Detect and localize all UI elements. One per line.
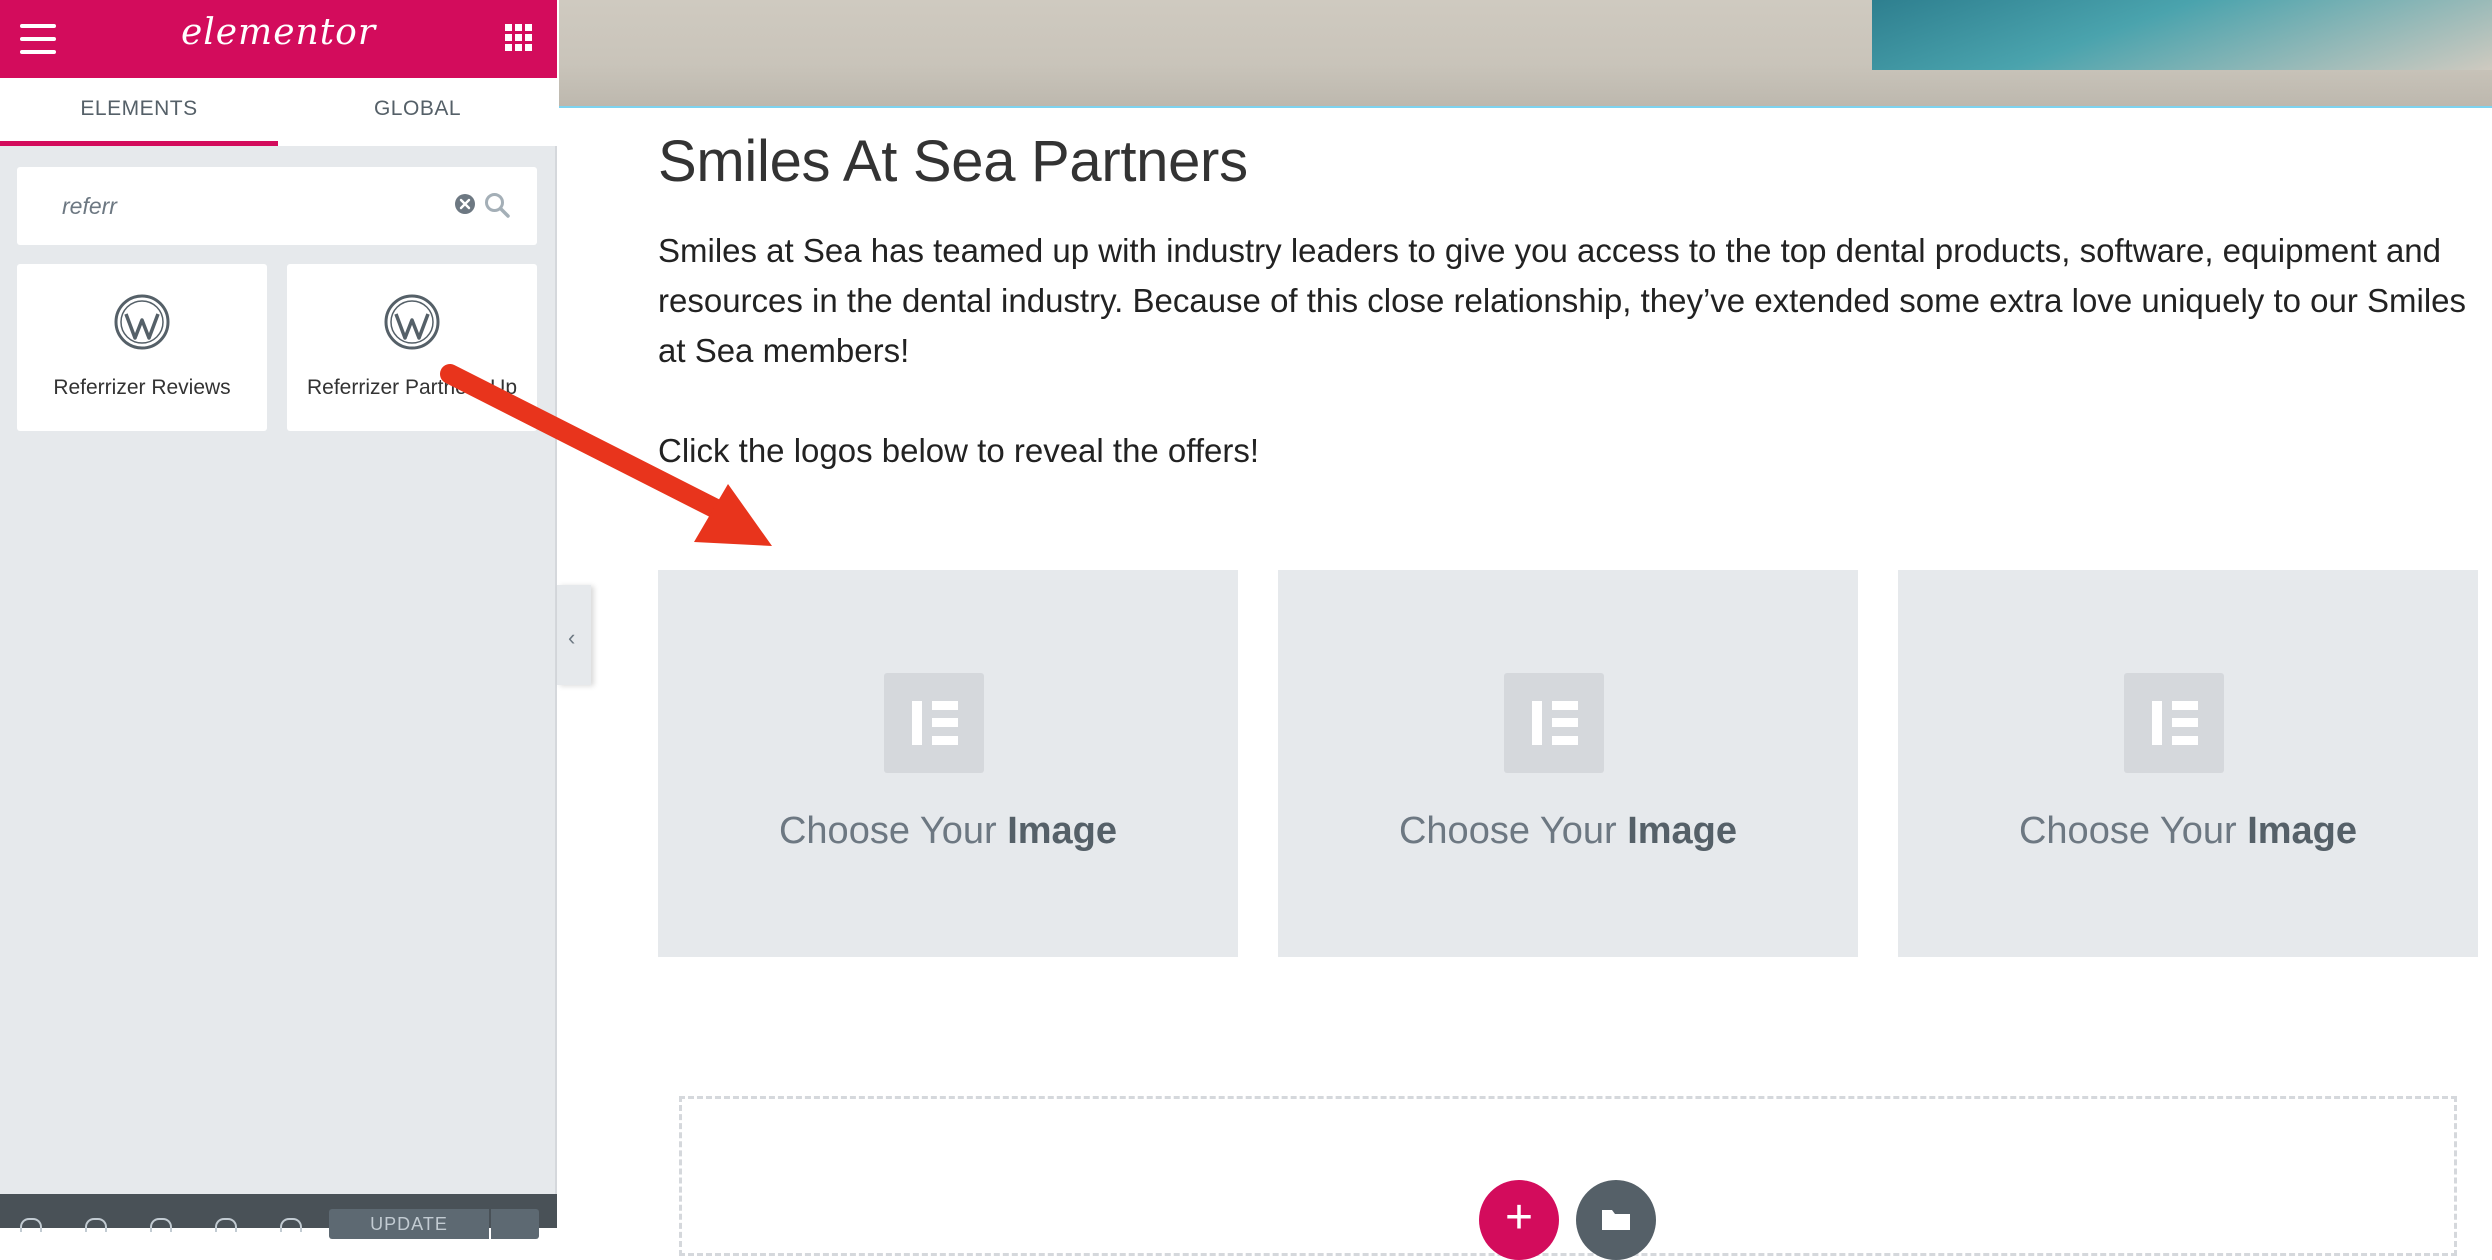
placeholder-text: Choose Your Image [778, 810, 1118, 852]
panel-header: elementor [0, 0, 557, 78]
page-heading: Smiles At Sea Partners [658, 129, 1248, 194]
search-box [17, 167, 537, 245]
annotation-arrow [440, 364, 772, 546]
hero-sea-area [1872, 0, 2492, 70]
responsive-icon[interactable] [215, 1218, 237, 1232]
update-options-button[interactable] [491, 1209, 539, 1239]
image-placeholder[interactable]: Choose Your Image [658, 570, 1238, 957]
intro-paragraph: Smiles at Sea has teamed up with industr… [658, 232, 2467, 369]
clear-icon[interactable] [454, 193, 476, 215]
widget-referrizer-reviews[interactable]: Referrizer Reviews [17, 264, 267, 431]
hero-image [559, 0, 2492, 108]
history-icon[interactable] [150, 1218, 172, 1232]
add-section-button[interactable]: + [1479, 1180, 1559, 1260]
brand-logo: elementor [180, 12, 377, 53]
image-placeholder[interactable]: Choose Your Image [1278, 570, 1858, 957]
settings-icon[interactable] [20, 1218, 42, 1232]
update-button[interactable]: UPDATE [329, 1209, 489, 1239]
tab-elements[interactable]: ELEMENTS [0, 78, 278, 146]
elementor-icon [1504, 673, 1604, 773]
apps-grid-icon[interactable] [505, 24, 533, 52]
image-placeholder[interactable]: Choose Your Image [1898, 570, 2478, 957]
collapse-chevron-icon: ‹ [568, 625, 576, 650]
elementor-icon [2124, 673, 2224, 773]
editor-panel: elementor ELEMENTS GLOBAL Referrizer Rev… [0, 0, 557, 1239]
wordpress-icon [384, 294, 440, 350]
cta-paragraph: Click the logos below to reveal the offe… [658, 432, 1260, 469]
navigator-icon[interactable] [85, 1218, 107, 1232]
plus-icon: + [1504, 1191, 1534, 1244]
search-input[interactable] [17, 167, 437, 245]
placeholder-text: Choose Your Image [2018, 810, 2358, 852]
widget-label: Referrizer Reviews [53, 376, 231, 399]
folder-icon [1602, 1210, 1630, 1230]
panel-collapse-toggle[interactable]: ‹ [557, 585, 591, 685]
elementor-icon [884, 673, 984, 773]
search-icon[interactable] [484, 192, 510, 218]
preview-icon[interactable] [280, 1218, 302, 1232]
wordpress-icon [114, 294, 170, 350]
add-section-dropzone[interactable] [679, 1096, 2457, 1256]
panel-tabs: ELEMENTS GLOBAL [0, 78, 557, 146]
add-template-button[interactable] [1576, 1180, 1656, 1260]
tab-global[interactable]: GLOBAL [278, 78, 557, 146]
placeholder-text: Choose Your Image [1398, 810, 1738, 852]
